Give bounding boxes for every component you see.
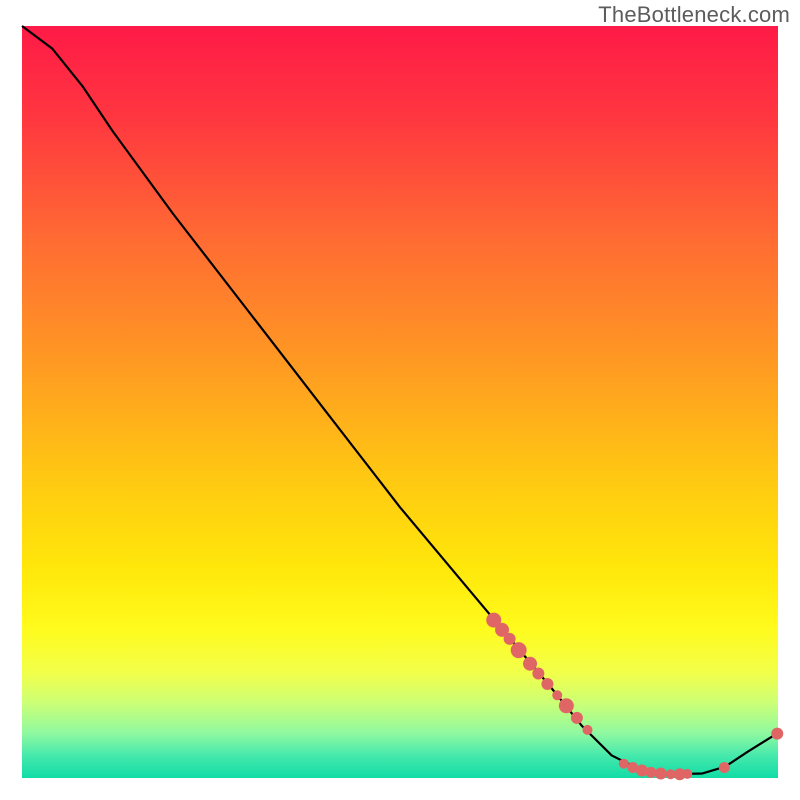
data-marker	[719, 762, 730, 773]
data-marker	[645, 767, 656, 778]
data-marker	[532, 667, 544, 679]
data-marker	[582, 725, 592, 735]
data-marker	[552, 690, 562, 700]
data-marker	[619, 759, 629, 769]
chart-container: TheBottleneck.com	[0, 0, 800, 800]
data-marker	[559, 698, 574, 713]
data-marker	[541, 678, 553, 690]
data-marker	[655, 767, 667, 779]
data-marker	[504, 633, 516, 645]
data-marker	[771, 728, 783, 740]
watermark-text: TheBottleneck.com	[598, 2, 790, 28]
data-marker	[682, 769, 692, 779]
plot-background	[22, 26, 778, 778]
data-marker	[571, 712, 583, 724]
data-marker	[511, 642, 527, 658]
bottleneck-chart	[0, 0, 800, 800]
